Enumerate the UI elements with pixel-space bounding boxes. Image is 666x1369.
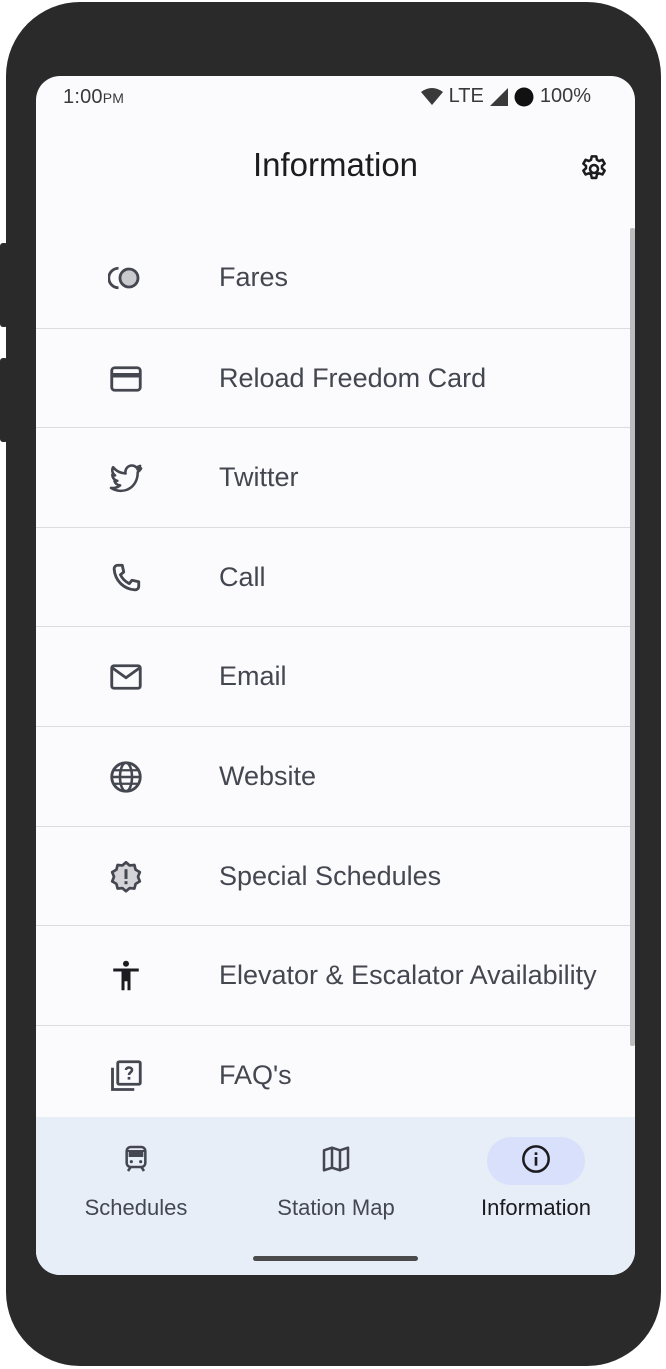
list-item-special-schedules[interactable]: Special Schedules <box>36 825 635 926</box>
map-icon <box>320 1143 352 1180</box>
list-item-reload-freedom-card[interactable]: Reload Freedom Card <box>36 327 635 428</box>
scrollbar[interactable] <box>630 228 635 1046</box>
nav-pill <box>287 1137 385 1185</box>
status-time-value: 1:00 <box>63 86 103 108</box>
list-item-faqs[interactable]: FAQ's <box>36 1024 635 1125</box>
info-icon <box>520 1143 552 1180</box>
help-library-icon <box>108 1058 144 1094</box>
list-item-call[interactable]: Call <box>36 526 635 627</box>
list-item-website[interactable]: Website <box>36 725 635 826</box>
info-list: Fares Reload Freedom Card Twitter Call E… <box>36 228 635 1124</box>
volume-button <box>0 243 8 327</box>
status-ampm: PM <box>102 90 125 106</box>
app-bar: Information <box>36 120 635 212</box>
coins-icon <box>108 260 144 296</box>
power-button <box>0 358 8 442</box>
home-indicator[interactable] <box>253 1256 418 1261</box>
network-type: LTE <box>448 85 484 107</box>
status-bar: 1:00PM LTE 100% <box>36 76 635 120</box>
list-item-label: Email <box>219 661 287 692</box>
list-item-label: Website <box>219 760 317 791</box>
phone-icon <box>108 560 144 596</box>
globe-icon <box>108 759 144 795</box>
credit-card-icon <box>108 361 144 397</box>
nav-label: Station Map <box>277 1195 395 1220</box>
battery-icon <box>514 87 534 107</box>
nav-label: Information <box>480 1195 592 1220</box>
list-item-label: Twitter <box>219 462 299 493</box>
bottom-navigation: Schedules Station Map Information <box>36 1117 635 1275</box>
list-item-label: Fares <box>219 262 289 292</box>
wifi-icon <box>420 87 443 106</box>
alert-badge-icon <box>108 859 144 895</box>
status-time: 1:00PM <box>63 86 124 109</box>
nav-tab-information[interactable]: Information <box>436 1117 635 1237</box>
list-item-label: Call <box>219 561 266 592</box>
list-item-label: Reload Freedom Card <box>219 362 487 393</box>
list-item-label: FAQ's <box>219 1059 292 1090</box>
nav-pill <box>87 1137 185 1185</box>
train-icon <box>120 1143 152 1180</box>
twitter-bird-icon <box>108 460 144 496</box>
list-item-email[interactable]: Email <box>36 626 635 726</box>
nav-label: Schedules <box>84 1195 188 1220</box>
page-title: Information <box>252 146 419 183</box>
gear-icon <box>578 153 610 190</box>
nav-tab-station-map[interactable]: Station Map <box>236 1117 436 1237</box>
list-item-label: Elevator & Escalator Availability <box>219 960 597 991</box>
battery-percent: 100% <box>539 85 591 107</box>
list-item-twitter[interactable]: Twitter <box>36 427 635 527</box>
list-item-label: Special Schedules <box>219 860 442 891</box>
settings-button[interactable] <box>574 151 614 191</box>
status-indicators: LTE 100% <box>420 85 591 108</box>
signal-icon <box>489 87 508 106</box>
screen: 1:00PM LTE 100% Information Fares Reload… <box>36 76 635 1275</box>
mail-icon <box>108 659 144 695</box>
nav-tab-schedules[interactable]: Schedules <box>36 1117 236 1237</box>
nav-pill-active <box>487 1137 585 1185</box>
list-item-elevator-escalator[interactable]: Elevator & Escalator Availability <box>36 925 635 1025</box>
accessibility-icon <box>108 958 144 994</box>
list-item-fares[interactable]: Fares <box>36 228 635 328</box>
